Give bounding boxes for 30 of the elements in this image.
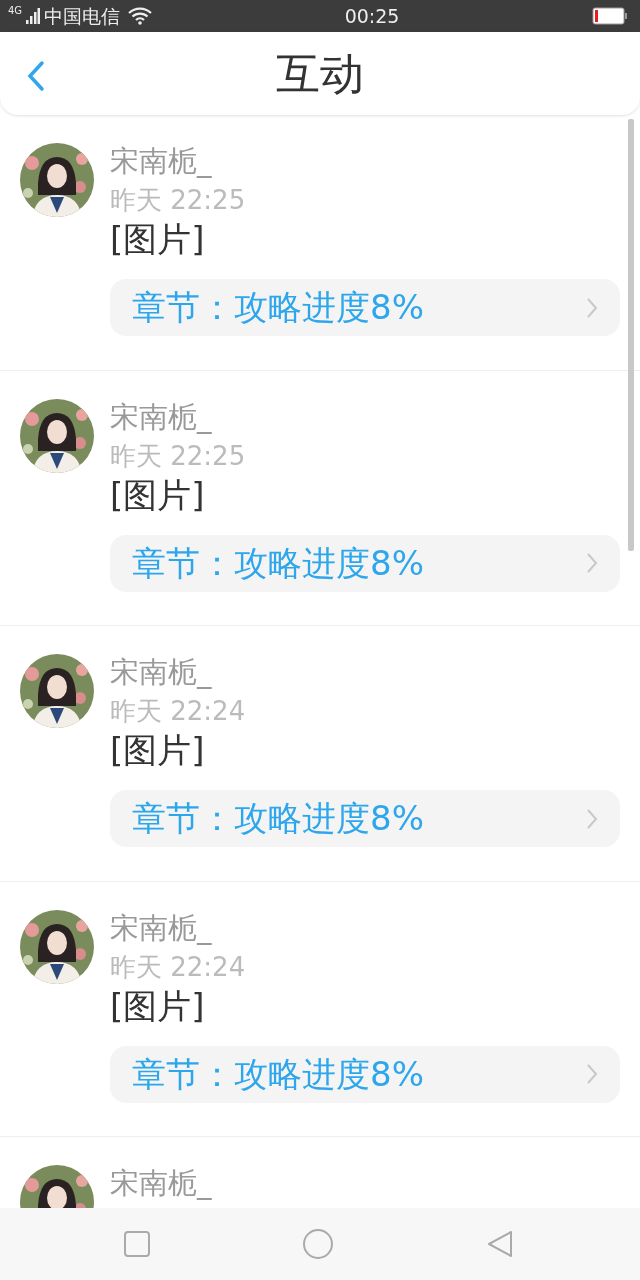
- timestamp: 昨天 22:25: [110, 439, 246, 473]
- message-text: [图片]: [110, 729, 205, 772]
- user-name: 宋南栀_: [110, 1165, 212, 1201]
- wifi-icon: [128, 7, 153, 25]
- chevron-right-icon: [586, 807, 598, 830]
- message-text: [图片]: [110, 984, 205, 1028]
- carrier-label: 中国电信: [44, 3, 121, 29]
- chapter-link[interactable]: 章节：攻略进度8%: [110, 1045, 620, 1103]
- timestamp: 昨天 22:25: [110, 184, 246, 217]
- timestamp: 昨天 22:24: [110, 695, 246, 728]
- chapter-link[interactable]: 章节：攻略进度8%: [110, 790, 620, 847]
- user-name: 宋南栀_: [110, 143, 212, 179]
- chevron-right-icon: [586, 1063, 598, 1085]
- clock: 00:25: [344, 3, 400, 29]
- chapter-link[interactable]: 章节：攻略进度8%: [110, 279, 620, 336]
- chapter-link[interactable]: 章节：攻略进度8%: [110, 534, 620, 592]
- signal-icon: [26, 8, 41, 24]
- timestamp: 昨天 22:24: [110, 950, 246, 984]
- chevron-right-icon: [586, 552, 598, 574]
- user-name: 宋南栀_: [110, 654, 212, 690]
- user-name: 宋南栀_: [110, 909, 212, 946]
- battery-icon: [592, 7, 628, 25]
- chevron-right-icon: [586, 296, 598, 319]
- home-icon[interactable]: [302, 1228, 334, 1260]
- recents-icon[interactable]: [123, 1230, 152, 1258]
- page-title: 互动: [276, 46, 364, 101]
- message-text: [图片]: [110, 473, 205, 517]
- network-label: 4G: [8, 6, 23, 16]
- message-text: [图片]: [110, 218, 205, 261]
- user-name: 宋南栀_: [110, 398, 212, 435]
